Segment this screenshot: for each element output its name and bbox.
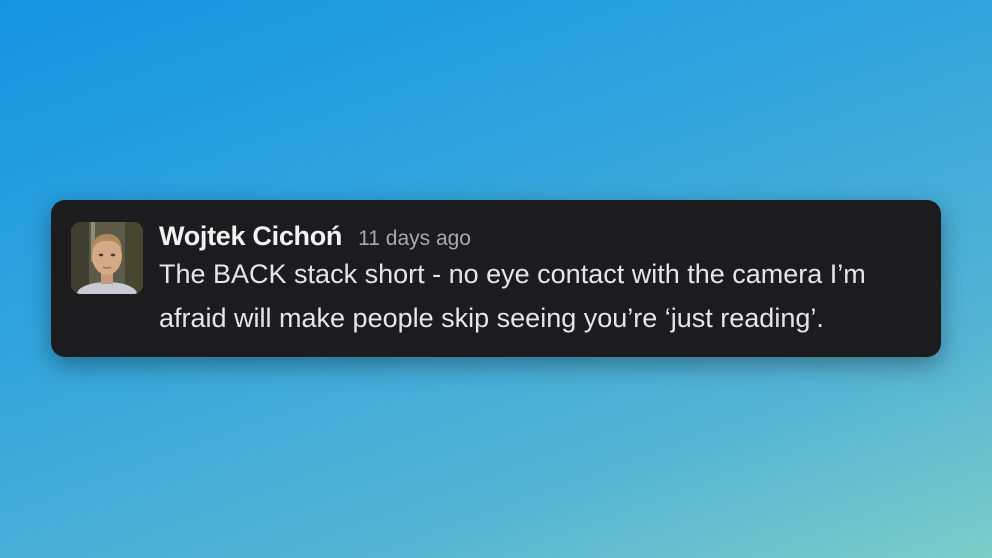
message-content: Wojtek Cichoń 11 days ago The BACK stack… xyxy=(159,221,949,357)
avatar-photo xyxy=(71,222,143,294)
message-text-line-2: afraid will make people skip seeing you’… xyxy=(159,303,824,333)
message-header: Wojtek Cichoń 11 days ago xyxy=(159,221,949,252)
avatar[interactable] xyxy=(71,222,143,294)
message-text: The BACK stack short - no eye contact wi… xyxy=(159,252,949,340)
message-card: Wojtek Cichoń 11 days ago The BACK stack… xyxy=(51,200,941,357)
message-text-line-1: The BACK stack short - no eye contact wi… xyxy=(159,259,866,289)
message-timestamp[interactable]: 11 days ago xyxy=(358,227,471,251)
author-name[interactable]: Wojtek Cichoń xyxy=(159,221,342,252)
